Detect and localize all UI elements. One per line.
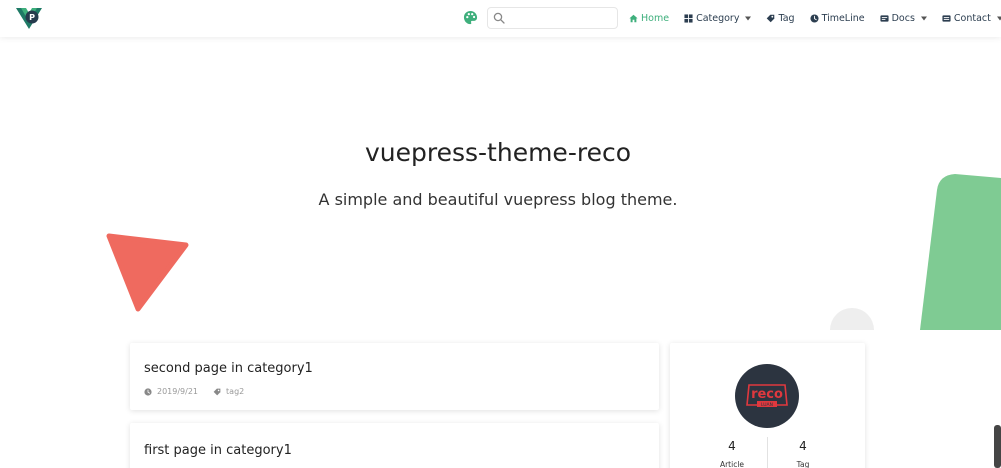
nav-item-label: Tag (778, 13, 795, 24)
stat-count: 4 (728, 439, 736, 453)
nav-item-category[interactable]: Category (684, 13, 752, 24)
stat-count: 4 (799, 439, 807, 453)
nav-item-tag[interactable]: Tag (766, 13, 795, 24)
stat-articles[interactable]: 4 Article (702, 439, 762, 468)
nav-item-label: Docs (891, 13, 915, 24)
chevron-down-icon (996, 16, 1001, 21)
vuepress-reco-logo[interactable]: P (15, 6, 43, 30)
profile-card: reco LUAN 4 Article 4 Tag (670, 343, 865, 468)
post-date: 2019/9/21 (157, 387, 199, 396)
nav-item-label: Category (696, 13, 740, 24)
nav-item-label: Home (641, 13, 670, 24)
post-title[interactable]: first page in category1 (144, 443, 292, 458)
search-box[interactable] (487, 7, 618, 29)
nav-item-home[interactable]: Home (629, 13, 669, 24)
tag-icon (767, 14, 775, 23)
avatar: reco LUAN (735, 364, 799, 428)
nav-item-docs[interactable]: Docs (880, 13, 927, 24)
decorative-gray-circle (830, 308, 874, 330)
stat-label: Tag (796, 460, 810, 468)
nav-item-label: TimeLine (821, 13, 865, 24)
scrollbar-thumb[interactable] (994, 425, 1001, 468)
stat-tags[interactable]: 4 Tag (773, 439, 833, 468)
search-icon (493, 12, 505, 24)
hero-title: vuepress-theme-reco (364, 138, 631, 167)
svg-text:P: P (29, 13, 35, 22)
post-title[interactable]: second page in category1 (144, 361, 313, 376)
stat-label: Article (719, 460, 745, 468)
post-card[interactable]: first page in category1 (130, 423, 659, 468)
nav-item-contact[interactable]: Contact (942, 13, 1001, 24)
clock-icon (144, 387, 152, 396)
nav-item-label: Contact (953, 13, 991, 24)
home-icon (629, 14, 638, 23)
reco-logo: reco LUAN (746, 384, 788, 408)
stat-divider (767, 437, 768, 468)
post-tag[interactable]: tag2 (226, 387, 244, 396)
nav-item-timeline[interactable]: TimeLine (810, 13, 865, 24)
palette-icon[interactable] (463, 10, 478, 25)
hero-description: A simple and beautiful vuepress blog the… (318, 190, 678, 209)
nav-links: Home Category Tag TimeLine Docs Contact (629, 0, 1001, 37)
chevron-down-icon (920, 16, 927, 21)
contact-icon (942, 15, 951, 22)
chevron-down-icon (745, 16, 752, 21)
post-meta: 2019/9/21 tag2 (144, 387, 244, 396)
decorative-green-shape (920, 174, 1001, 330)
decorative-triangle (106, 233, 189, 312)
docs-icon (880, 15, 889, 22)
svg-text:reco: reco (751, 387, 783, 402)
search-input[interactable] (510, 10, 614, 26)
tag-icon (213, 388, 221, 395)
svg-text:LUAN: LUAN (761, 402, 773, 408)
navbar: P Home Category Tag TimeLine Docs Contac… (0, 0, 1001, 37)
clock-icon (810, 14, 819, 23)
category-icon (684, 14, 693, 23)
post-card[interactable]: second page in category1 2019/9/21 tag2 (130, 343, 659, 410)
